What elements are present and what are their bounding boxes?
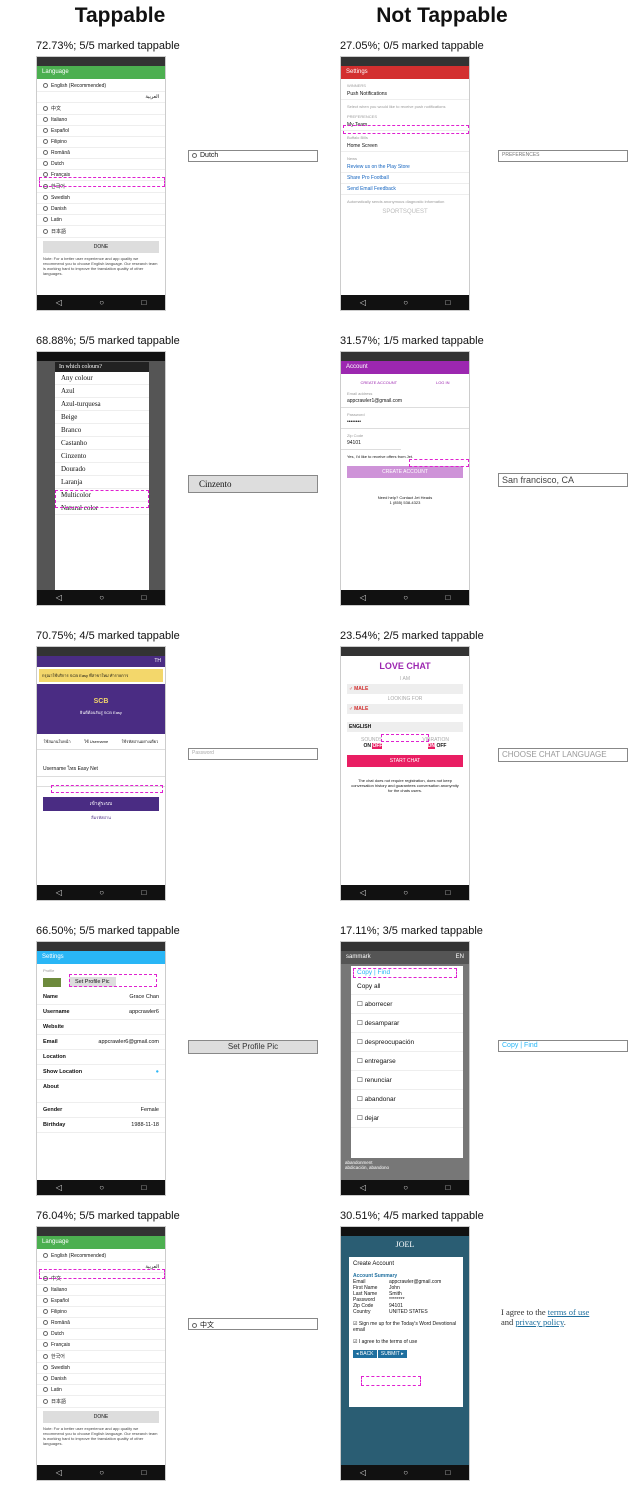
privacy-link[interactable]: privacy policy [515,1317,563,1327]
element-crop: Copy | Find [498,1040,628,1052]
row-2: 68.88%; 5/5 marked tappable In which col… [0,335,640,635]
screenshot-lovechat: LOVE CHAT I AM ♂ MALE LOOKING FOR ♂ MALE… [340,646,470,901]
screenshot-language: Language English (Recommended) العربية 中… [36,56,166,311]
highlight-box [353,968,457,978]
highlight-box [69,974,157,987]
screenshot-dictionary: sammark EN Copy | Find Copy all ☐ aborrec… [340,941,470,1196]
terms-link[interactable]: terms of use [548,1307,590,1317]
element-crop: 中文 [188,1318,318,1330]
highlight-box [409,459,469,467]
screenshot-settings: Settings WINNERS Push Notifications Sele… [340,56,470,311]
element-crop: CHOOSE CHAT LANGUAGE [498,748,628,762]
option-dutch[interactable]: Dutch [37,159,165,170]
element-crop: PREFERENCES [498,150,628,162]
screenshot-account: Account CREATE ACCOUNT LOG IN Email addre… [340,351,470,606]
highlight-box [55,490,149,508]
screenshot-language-2: Language English (Recommended) العربية 中… [36,1226,166,1481]
done-button[interactable]: DONE [43,241,159,253]
not-tappable-header: Not Tappable [376,4,508,27]
highlight-box [361,1376,421,1386]
example-caption: 66.50%; 5/5 marked tappable [36,925,180,937]
option-cinzento[interactable]: Cinzento [55,450,149,463]
row-1: 72.73%; 5/5 marked tappable Language Eng… [0,40,640,340]
element-crop: Set Profile Pic [188,1040,318,1054]
highlight-box [51,785,163,793]
row-4: 66.50%; 5/5 marked tappable Settings Pro… [0,925,640,1225]
preferences-header: PREFERENCES [347,114,378,119]
element-crop: Password [188,748,318,760]
element-crop: Cinzento [188,475,318,493]
example-caption: 30.51%; 4/5 marked tappable [340,1210,484,1222]
example-caption: 76.04%; 5/5 marked tappable [36,1210,180,1222]
example-caption: 70.75%; 4/5 marked tappable [36,630,180,642]
screenshot-profile: Settings Profile Set Profile Pic Name Gra… [36,941,166,1196]
screenshot-scb: TH กรุณาใช้บริการ SCB Easy ที่สาขาใหม่ ท… [36,646,166,901]
example-caption: 27.05%; 0/5 marked tappable [340,40,484,52]
screenshot-colours: In which colours? Any colour Azul Azul-t… [36,351,166,606]
example-caption: 17.11%; 3/5 marked tappable [340,925,483,937]
highlight-box [39,1269,165,1279]
highlight-box [39,177,165,187]
row-5: 76.04%; 5/5 marked tappable Language Eng… [0,1210,640,1492]
element-crop: Dutch [188,150,318,162]
example-caption: 68.88%; 5/5 marked tappable [36,335,180,347]
highlight-box [381,734,429,742]
row-3: 70.75%; 4/5 marked tappable TH กรุณาใช้บ… [0,630,640,930]
element-crop: I agree to the terms of use and privacy p… [498,1306,630,1334]
example-caption: 72.73%; 5/5 marked tappable [36,40,180,52]
app-title: Language [37,66,165,79]
example-caption: 31.57%; 1/5 marked tappable [340,335,484,347]
highlight-box [343,125,469,134]
element-crop: San francisco, CA [498,473,628,487]
tappable-header: Tappable [74,4,166,27]
screenshot-joel: JOEL Create Account Account Summary Emai… [340,1226,470,1481]
app-title: Settings [341,66,469,79]
example-caption: 23.54%; 2/5 marked tappable [340,630,484,642]
